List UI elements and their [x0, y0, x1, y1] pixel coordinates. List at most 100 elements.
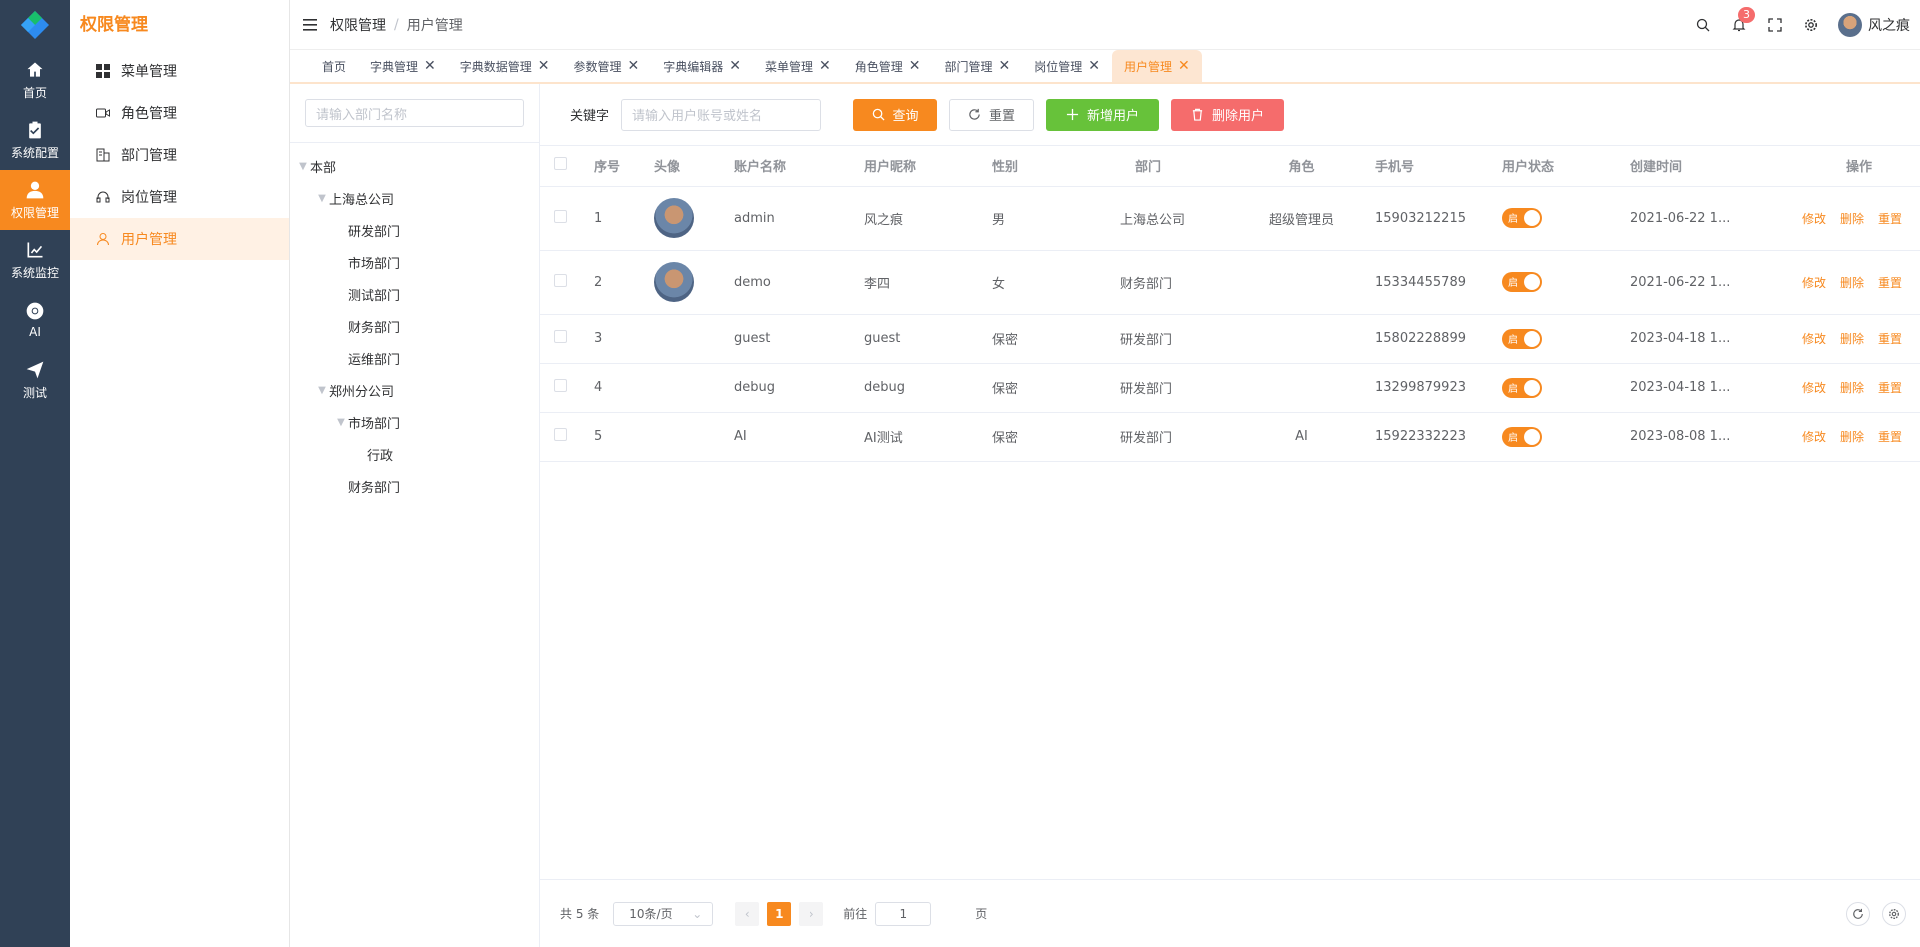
- edit-link[interactable]: 修改: [1802, 332, 1826, 346]
- menu-item-role-management[interactable]: 角色管理: [70, 92, 289, 134]
- search-icon: [872, 108, 885, 121]
- reset-password-link[interactable]: 重置: [1878, 212, 1902, 226]
- gear-icon[interactable]: [1802, 16, 1820, 34]
- edit-link[interactable]: 修改: [1802, 381, 1826, 395]
- tree-node[interactable]: 研发部门: [290, 214, 540, 246]
- edit-link[interactable]: 修改: [1802, 276, 1826, 290]
- reset-password-link[interactable]: 重置: [1878, 381, 1902, 395]
- tag-user[interactable]: 用户管理 ✕: [1112, 50, 1202, 82]
- row-checkbox[interactable]: [540, 363, 584, 413]
- reset-button[interactable]: 重置: [949, 98, 1035, 131]
- breadcrumb-parent[interactable]: 权限管理: [330, 15, 386, 35]
- rail-item-test[interactable]: 测试: [0, 350, 70, 410]
- caret-down-icon[interactable]: ▼: [315, 385, 329, 396]
- rail-item-system-config[interactable]: 系统配置: [0, 110, 70, 170]
- search-icon[interactable]: [1694, 16, 1712, 34]
- page-number[interactable]: 1: [767, 901, 792, 926]
- delete-link[interactable]: 删除: [1840, 332, 1864, 346]
- tag-dict[interactable]: 字典管理 ✕: [358, 50, 448, 82]
- tag-params[interactable]: 参数管理 ✕: [562, 50, 652, 82]
- status-toggle[interactable]: 启: [1502, 426, 1542, 447]
- close-icon[interactable]: ✕: [424, 58, 436, 74]
- cell-dept: 研发部门: [1110, 412, 1238, 462]
- row-checkbox[interactable]: [540, 314, 584, 364]
- bell-icon[interactable]: 3: [1730, 7, 1755, 34]
- close-icon[interactable]: ✕: [819, 58, 831, 74]
- tree-node[interactable]: ▼ 本部: [290, 150, 540, 182]
- reset-password-link[interactable]: 重置: [1878, 276, 1902, 290]
- keyword-input[interactable]: 请输入用户账号或姓名: [621, 98, 822, 131]
- tree-node[interactable]: ▼ 市场部门: [290, 406, 540, 438]
- search-button[interactable]: 查询: [853, 98, 938, 131]
- row-checkbox[interactable]: [540, 186, 584, 251]
- menu-item-menu-management[interactable]: 菜单管理: [70, 50, 289, 92]
- cell-status: 启: [1492, 186, 1620, 251]
- tree-node[interactable]: 测试部门: [290, 278, 540, 310]
- rail-item-monitor[interactable]: 系统监控: [0, 230, 70, 290]
- select-all-checkbox[interactable]: [540, 146, 584, 187]
- tree-node[interactable]: 财务部门: [290, 310, 540, 342]
- status-toggle[interactable]: 启: [1502, 377, 1542, 398]
- add-user-button[interactable]: 新增用户: [1046, 98, 1160, 131]
- rail-item-ai[interactable]: AI: [0, 290, 70, 350]
- row-checkbox[interactable]: [540, 412, 584, 462]
- tag-dict-editor[interactable]: 字典编辑器 ✕: [651, 50, 753, 82]
- tree-node[interactable]: ▼ 郑州分公司: [290, 374, 540, 406]
- fullscreen-icon[interactable]: [1766, 16, 1784, 34]
- menu-item-post-management[interactable]: 岗位管理: [70, 176, 289, 218]
- row-checkbox[interactable]: [540, 250, 584, 315]
- rail-item-permission[interactable]: 权限管理: [0, 170, 70, 230]
- prev-page-button[interactable]: ‹: [735, 901, 760, 926]
- rail-item-label: 系统配置: [10, 145, 59, 160]
- status-toggle[interactable]: 启: [1502, 328, 1542, 349]
- tree-node[interactable]: 运维部门: [290, 342, 540, 374]
- tag-dict-data[interactable]: 字典数据管理 ✕: [448, 50, 562, 82]
- edit-link[interactable]: 修改: [1802, 212, 1826, 226]
- caret-down-icon[interactable]: ▼: [334, 417, 348, 428]
- close-icon[interactable]: ✕: [729, 58, 741, 74]
- menu-toggle-icon[interactable]: [290, 18, 330, 31]
- column-header: 手机号: [1365, 146, 1492, 187]
- tag-role[interactable]: 角色管理 ✕: [843, 50, 933, 82]
- delete-link[interactable]: 删除: [1840, 276, 1864, 290]
- delete-link[interactable]: 删除: [1840, 381, 1864, 395]
- delete-link[interactable]: 删除: [1840, 212, 1864, 226]
- menu-item-user-management[interactable]: 用户管理: [70, 218, 289, 260]
- status-toggle[interactable]: 启: [1502, 208, 1542, 228]
- tree-node[interactable]: 市场部门: [290, 246, 540, 278]
- reset-password-link[interactable]: 重置: [1878, 430, 1902, 444]
- tree-node[interactable]: 行政: [290, 438, 540, 470]
- delete-user-button[interactable]: 删除用户: [1171, 98, 1285, 131]
- close-icon[interactable]: ✕: [999, 58, 1011, 74]
- page-size-select[interactable]: 10条/页 ⌄: [613, 901, 714, 926]
- close-icon[interactable]: ✕: [538, 58, 550, 74]
- close-icon[interactable]: ✕: [628, 58, 640, 74]
- tree-node[interactable]: 财务部门: [290, 470, 540, 502]
- close-icon[interactable]: ✕: [1178, 58, 1190, 74]
- next-page-button[interactable]: ›: [799, 901, 824, 926]
- tag-post[interactable]: 岗位管理 ✕: [1022, 50, 1112, 82]
- delete-link[interactable]: 删除: [1840, 430, 1864, 444]
- tag-dept[interactable]: 部门管理 ✕: [933, 50, 1023, 82]
- tag-home[interactable]: 首页: [310, 50, 358, 82]
- close-icon[interactable]: ✕: [1088, 58, 1100, 74]
- edit-link[interactable]: 修改: [1802, 430, 1826, 444]
- menu-item-dept-management[interactable]: 部门管理: [70, 134, 289, 176]
- app-logo[interactable]: [0, 0, 70, 50]
- reset-password-link[interactable]: 重置: [1878, 332, 1902, 346]
- caret-down-icon[interactable]: ▼: [296, 161, 310, 172]
- goto-input[interactable]: 1: [875, 901, 932, 926]
- column-header: 用户昵称: [854, 146, 982, 187]
- table-row: 3 guest guest 保密 研发部门 15802228899 启 2023…: [540, 314, 1920, 364]
- tree-node[interactable]: ▼ 上海总公司: [290, 182, 540, 214]
- rail-item-home[interactable]: 首页: [0, 50, 70, 110]
- close-icon[interactable]: ✕: [909, 58, 921, 74]
- gear-icon[interactable]: [1882, 902, 1906, 926]
- dept-search-input[interactable]: 请输入部门名称: [305, 99, 524, 127]
- refresh-icon[interactable]: [1846, 902, 1870, 926]
- user-menu[interactable]: 风之痕: [1838, 13, 1910, 37]
- tag-menu[interactable]: 菜单管理 ✕: [753, 50, 843, 82]
- status-toggle[interactable]: 启: [1502, 272, 1542, 292]
- caret-down-icon[interactable]: ▼: [315, 193, 329, 204]
- tree-node-label: 市场部门: [348, 416, 401, 432]
